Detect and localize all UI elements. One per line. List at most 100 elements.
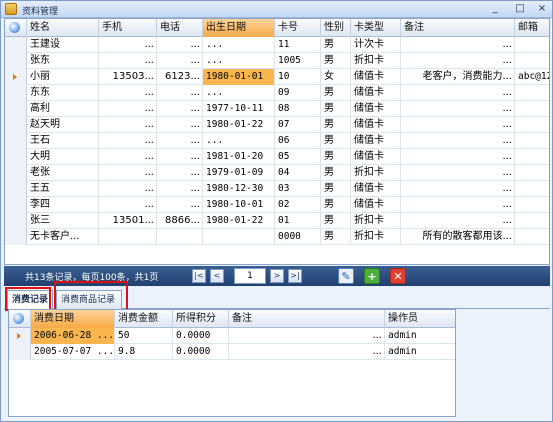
table-row[interactable]: 无卡客户... 0000 男折扣卡 所有的散客都用该... [5, 229, 549, 245]
cell-type[interactable]: 折扣卡 [351, 229, 401, 245]
edit-icon[interactable]: ✎ [338, 268, 354, 284]
cell-name[interactable]: 王石 [27, 133, 99, 149]
table-row[interactable]: 张三 13501... 8866... 1980-01-22 01 男折扣卡... [5, 213, 549, 229]
cell-operator[interactable]: admin [385, 344, 455, 360]
cell-card[interactable]: 1005 [275, 53, 321, 69]
column-header-phone[interactable]: 电话 [157, 19, 203, 37]
cell-mobile[interactable]: ... [99, 133, 157, 149]
column-header-consume-date[interactable]: 消费日期 [31, 310, 115, 328]
cell-mobile[interactable]: ... [99, 117, 157, 133]
title-bar[interactable]: 资料管理 _ □ × [1, 1, 552, 18]
cell-email[interactable]: abc@12 [515, 69, 549, 85]
table-row[interactable]: 大明...... 1981-01-20 05 男储值卡... [5, 149, 549, 165]
cell-name[interactable]: 无卡客户... [27, 229, 99, 245]
cell-note[interactable]: ... [401, 197, 515, 213]
cell-email[interactable] [515, 85, 549, 101]
column-header-email[interactable]: 邮箱 [515, 19, 549, 37]
cell-mobile[interactable]: 13501... [99, 213, 157, 229]
cell-card[interactable]: 03 [275, 181, 321, 197]
cell-card[interactable]: 07 [275, 117, 321, 133]
table-row[interactable]: 张东......... 1005 男折扣卡... [5, 53, 549, 69]
cell-mobile[interactable]: ... [99, 37, 157, 53]
row-indicator[interactable] [5, 213, 27, 229]
cell-email[interactable] [515, 133, 549, 149]
cell-name[interactable]: 大明 [27, 149, 99, 165]
cell-name[interactable]: 张三 [27, 213, 99, 229]
cell-birth[interactable]: ... [203, 85, 275, 101]
maximize-button[interactable]: □ [509, 2, 531, 16]
cell-type[interactable]: 折扣卡 [351, 213, 401, 229]
cell-mobile[interactable]: ... [99, 101, 157, 117]
cell-phone[interactable] [157, 229, 203, 245]
cell-note[interactable]: ... [401, 165, 515, 181]
cell-card[interactable]: 0000 [275, 229, 321, 245]
grid-corner[interactable] [5, 19, 27, 37]
table-row[interactable]: 李四...... 1980-10-01 02 男储值卡... [5, 197, 549, 213]
cell-mobile[interactable]: ... [99, 149, 157, 165]
cell-mobile[interactable]: ... [99, 85, 157, 101]
table-row[interactable]: 老张...... 1979-01-09 04 男折扣卡... [5, 165, 549, 181]
row-indicator[interactable] [5, 133, 27, 149]
cell-note[interactable]: ... [401, 117, 515, 133]
cell-gender[interactable]: 男 [321, 85, 351, 101]
column-header-birth[interactable]: 出生日期 [203, 19, 275, 37]
row-indicator[interactable] [5, 229, 27, 245]
cell-card[interactable]: 01 [275, 213, 321, 229]
cell-note[interactable]: ... [229, 328, 385, 344]
row-indicator[interactable] [5, 197, 27, 213]
table-row[interactable]: 王建设......... 11 男计次卡... [5, 37, 549, 53]
cell-gender[interactable]: 男 [321, 117, 351, 133]
cell-note[interactable]: ... [401, 133, 515, 149]
cell-card[interactable]: 09 [275, 85, 321, 101]
cell-note[interactable]: ... [401, 213, 515, 229]
row-indicator[interactable] [5, 53, 27, 69]
cell-phone[interactable]: ... [157, 165, 203, 181]
cell-note[interactable]: ... [401, 101, 515, 117]
cell-email[interactable] [515, 181, 549, 197]
delete-icon[interactable]: ✕ [390, 268, 406, 284]
row-indicator[interactable] [9, 344, 31, 360]
consume-row[interactable]: 2005-07-07 ... 9.8 0.0000... admin [9, 344, 455, 360]
cell-card[interactable]: 05 [275, 149, 321, 165]
first-page-button[interactable]: |< [192, 269, 206, 283]
cell-phone[interactable]: 6123... [157, 69, 203, 85]
cell-phone[interactable]: ... [157, 53, 203, 69]
cell-points[interactable]: 0.0000 [173, 328, 229, 344]
cell-gender[interactable]: 男 [321, 53, 351, 69]
table-row[interactable]: 王石......... 06 男储值卡... [5, 133, 549, 149]
row-indicator[interactable] [5, 117, 27, 133]
cell-phone[interactable]: ... [157, 117, 203, 133]
cell-type[interactable]: 储值卡 [351, 101, 401, 117]
cell-email[interactable] [515, 197, 549, 213]
row-indicator[interactable] [5, 69, 27, 85]
cell-gender[interactable]: 男 [321, 181, 351, 197]
cell-birth[interactable]: ... [203, 53, 275, 69]
close-button[interactable]: × [531, 2, 553, 16]
cell-birth[interactable]: 1980-01-01 [203, 69, 275, 85]
row-indicator[interactable] [9, 328, 31, 344]
column-header-card[interactable]: 卡号 [275, 19, 321, 37]
cell-birth[interactable]: 1979-01-09 [203, 165, 275, 181]
cell-birth[interactable]: 1980-10-01 [203, 197, 275, 213]
column-header-gender[interactable]: 性别 [321, 19, 351, 37]
cell-phone[interactable]: ... [157, 197, 203, 213]
cell-birth[interactable]: 1980-01-22 [203, 117, 275, 133]
cell-birth[interactable]: 1981-01-20 [203, 149, 275, 165]
cell-date[interactable]: 2006-06-28 ... [31, 328, 115, 344]
cell-gender[interactable]: 男 [321, 101, 351, 117]
cell-name[interactable]: 王建设 [27, 37, 99, 53]
cell-email[interactable] [515, 53, 549, 69]
cell-phone[interactable]: ... [157, 149, 203, 165]
cell-operator[interactable]: admin [385, 328, 455, 344]
column-header-operator[interactable]: 操作员 [385, 310, 455, 328]
cell-card[interactable]: 02 [275, 197, 321, 213]
row-indicator[interactable] [5, 181, 27, 197]
last-page-button[interactable]: >| [288, 269, 302, 283]
cell-amount[interactable]: 50 [115, 328, 173, 344]
cell-mobile[interactable] [99, 229, 157, 245]
cell-gender[interactable]: 男 [321, 133, 351, 149]
cell-birth[interactable]: ... [203, 37, 275, 53]
cell-name[interactable]: 赵天明 [27, 117, 99, 133]
cell-name[interactable]: 小丽 [27, 69, 99, 85]
cell-name[interactable]: 李四 [27, 197, 99, 213]
